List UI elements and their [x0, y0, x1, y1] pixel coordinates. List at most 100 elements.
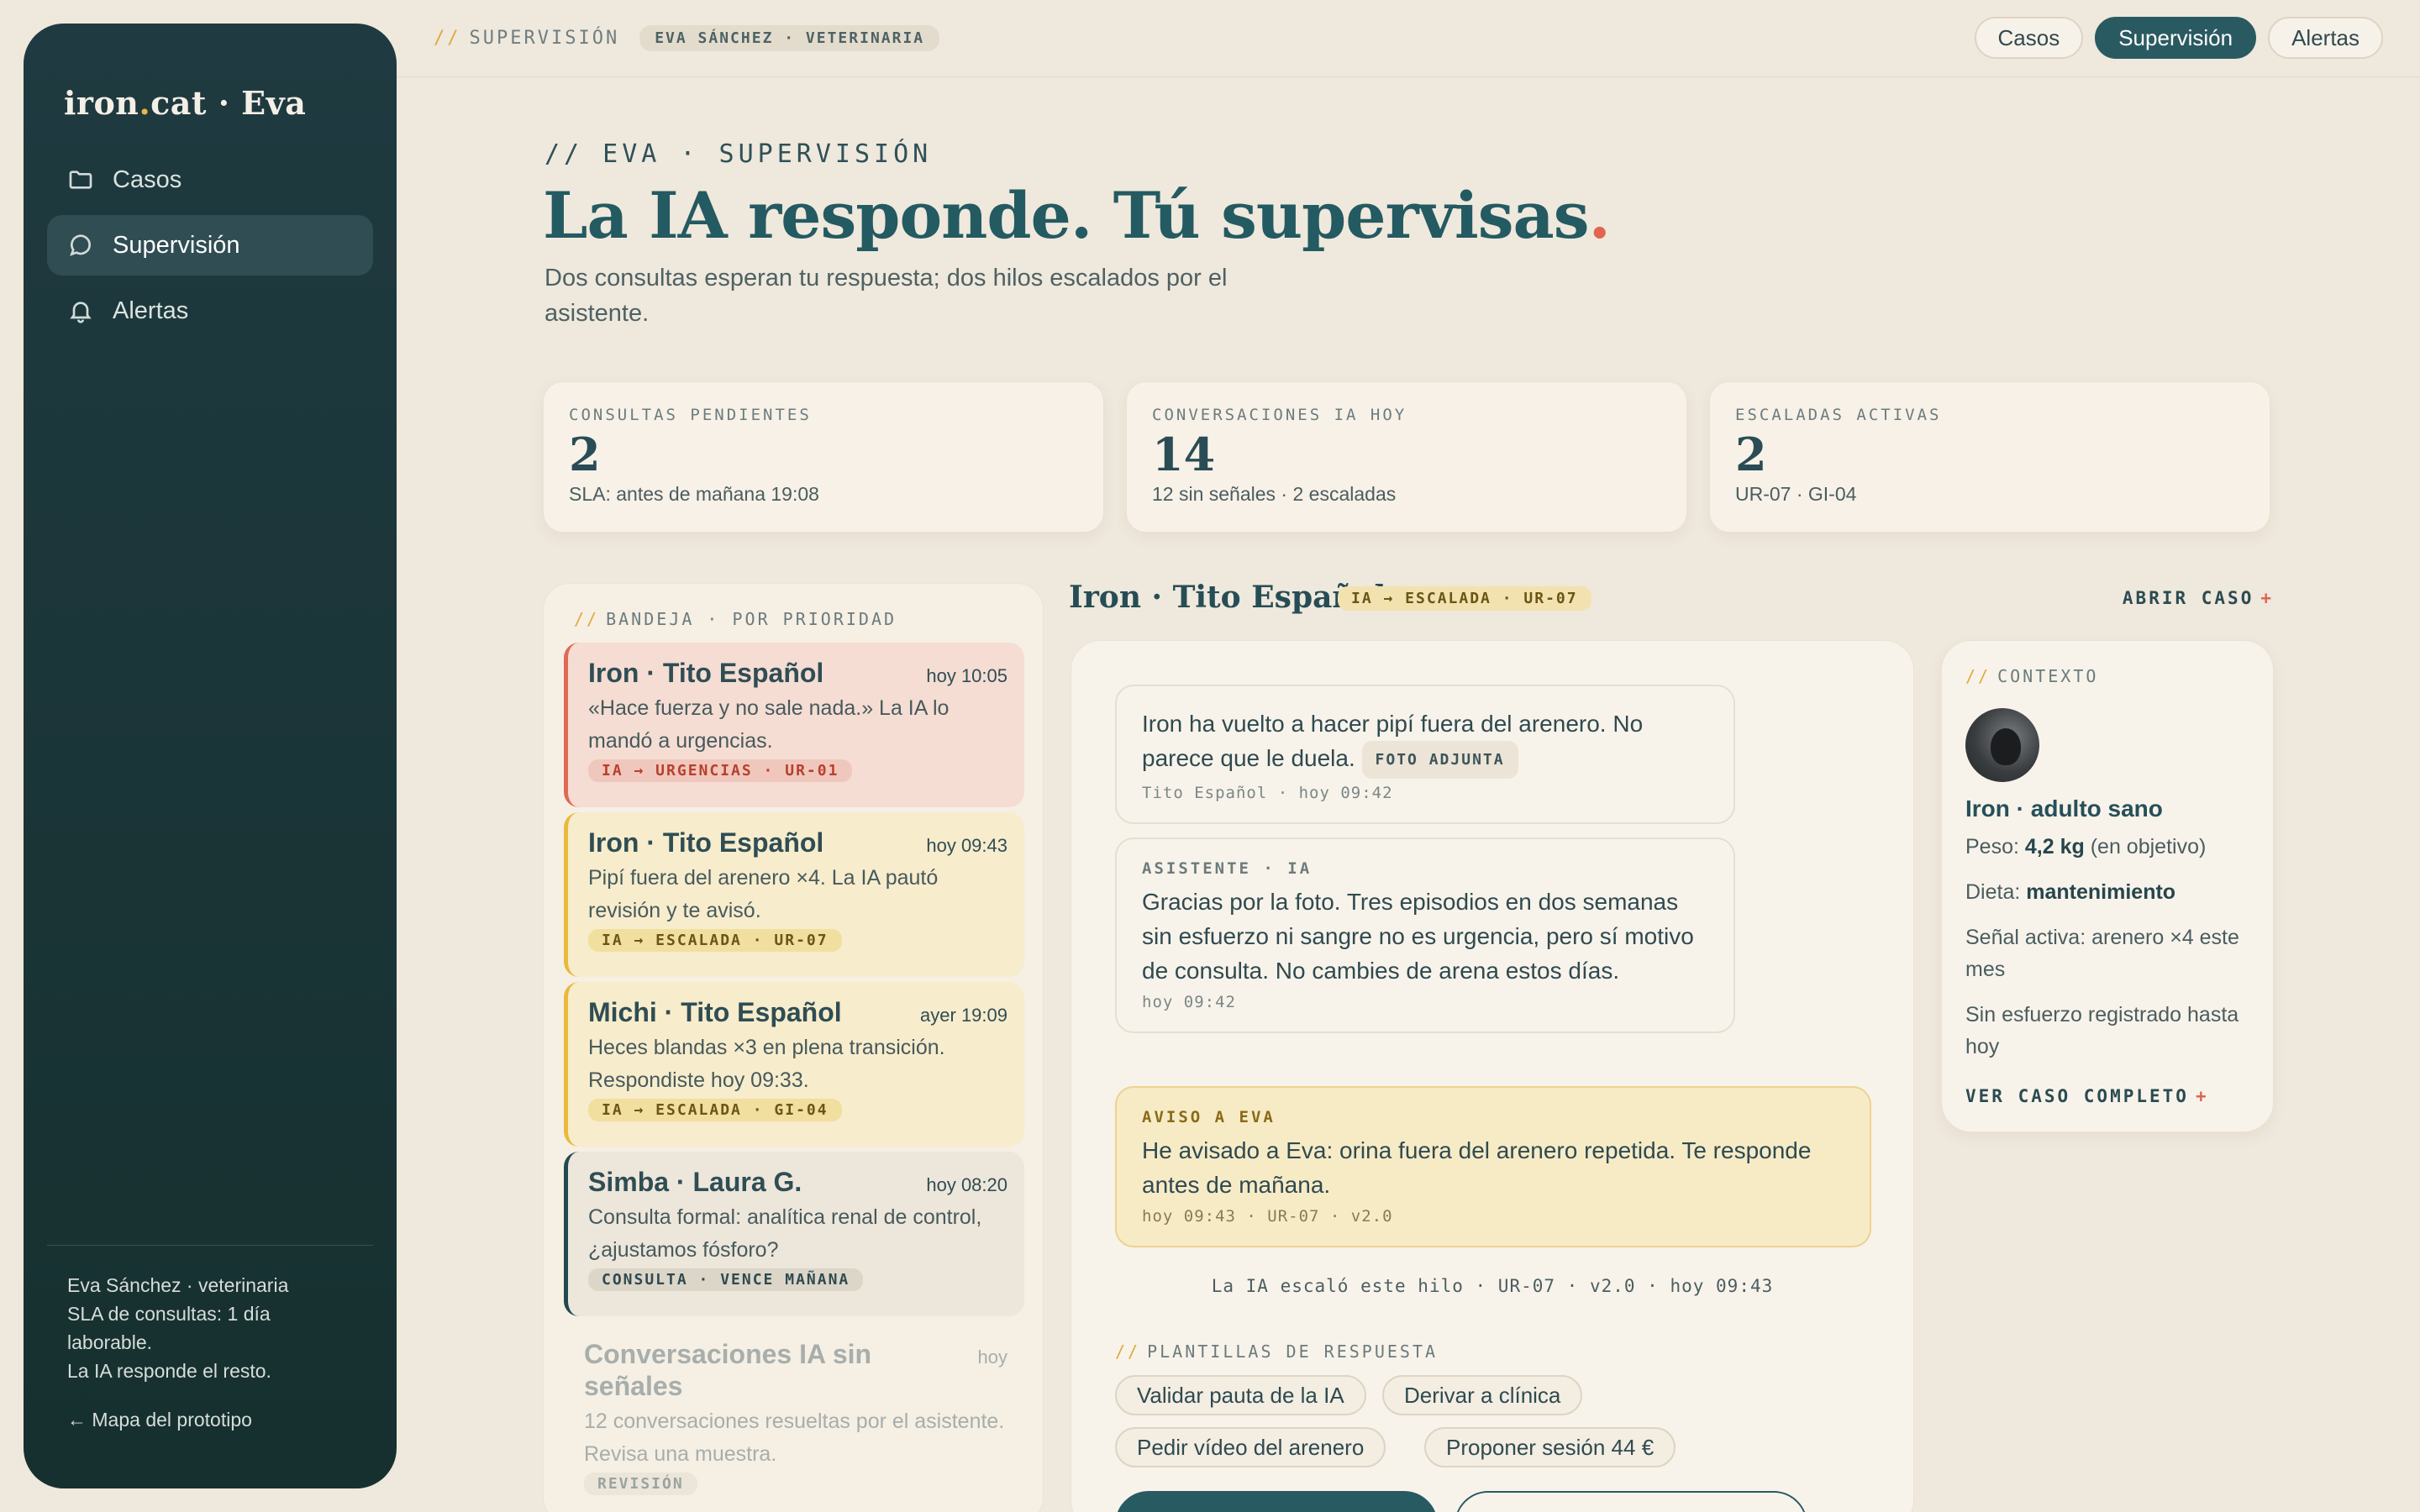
sidebar-item-label: Casos: [113, 165, 182, 193]
assistant-message: ASISTENTE · IA Gracias por la foto. Tres…: [1115, 837, 1735, 1033]
photo-attachment[interactable]: FOTO ADJUNTA: [1361, 741, 1518, 780]
context-panel: // CONTEXTO Iron · adulto sano Peso: 4,2 …: [1941, 640, 2274, 1132]
inbox-item[interactable]: Iron · Tito Español hoy 09:43 Pipí fuera …: [564, 812, 1024, 977]
inbox-item-name: Iron · Tito Español: [588, 658, 824, 688]
brand-dot: .: [139, 84, 151, 122]
tab-alertas[interactable]: Alertas: [2268, 17, 2383, 59]
brand-part-a: iron: [64, 84, 139, 122]
sidebar-item-supervision[interactable]: Supervisión: [47, 215, 373, 276]
chat-icon: [70, 234, 92, 256]
breadcrumb-label: SUPERVISIÓN: [469, 28, 620, 49]
stat-value: 14: [1152, 428, 1216, 481]
inbox-item[interactable]: Simba · Laura G. hoy 08:20 Consulta forma…: [564, 1152, 1024, 1316]
bell-icon: [70, 302, 92, 323]
view-full-case-label: VER CASO COMPLETO: [1965, 1086, 2189, 1106]
sidebar-footer: Eva Sánchez · veterinaria SLA de consult…: [47, 1245, 373, 1431]
template-refer-clinic[interactable]: Derivar a clínica: [1382, 1375, 1583, 1415]
page-title: La IA responde. Tú supervisas.: [543, 178, 1611, 253]
thread-badge: IA → ESCALADA · UR-07: [1338, 586, 1591, 611]
stat-value: 2: [569, 428, 601, 481]
primary-action-button[interactable]: [1115, 1491, 1438, 1512]
template-propose-session[interactable]: Proponer sesión 44 €: [1424, 1427, 1676, 1467]
stat-label: ESCALADAS ACTIVAS: [1735, 406, 1942, 424]
user-badge: EVA SÁNCHEZ · VETERINARIA: [639, 25, 940, 51]
sidebar-nav: Casos Supervisión Alertas: [47, 150, 373, 346]
stat-card-ai-today: CONVERSACIONES IA HOY 14 12 sin señales …: [1126, 381, 1687, 533]
secondary-action-button[interactable]: [1455, 1491, 1807, 1512]
plus-icon: +: [2195, 1086, 2209, 1106]
signal-row: Señal activa: arenero ×4 este mes: [1965, 926, 2239, 981]
stat-note: 12 sin señales · 2 escaladas: [1152, 483, 1397, 505]
inbox-item-name: Simba · Laura G.: [588, 1167, 802, 1197]
sidebar-item-casos[interactable]: Casos: [47, 150, 373, 210]
inbox-item-time: hoy: [977, 1347, 1007, 1368]
inbox-item-time: hoy 09:43: [926, 835, 1007, 856]
brand-logo[interactable]: iron.cat · Eva: [64, 84, 306, 122]
user-line: Eva Sánchez · veterinaria: [67, 1274, 289, 1296]
inbox-item[interactable]: Michi · Tito Español ayer 19:09 Heces bla…: [564, 982, 1024, 1147]
inbox-panel: // BANDEJA · POR PRIORIDAD Iron · Tito Es…: [543, 583, 1044, 1512]
inbox-title-text: BANDEJA · POR PRIORIDAD: [606, 609, 897, 629]
inbox-item-tag: IA → ESCALADA · UR-07: [588, 929, 842, 952]
diet-label: Dieta:: [1965, 880, 2021, 904]
inbox-item-tag: CONSULTA · VENCE MAÑANA: [588, 1268, 864, 1291]
message-author: AVISO A EVA: [1142, 1108, 1276, 1126]
page-subtitle: Dos consultas esperan tu respuesta; dos …: [544, 265, 1228, 327]
weight-note: (en objetivo): [2090, 835, 2207, 858]
stat-value: 2: [1735, 428, 1767, 481]
sidebar-item-alertas[interactable]: Alertas: [47, 281, 373, 341]
message-body: Gracias por la foto. Tres episodios en d…: [1142, 889, 1694, 984]
inbox-item-time: hoy 10:05: [926, 665, 1007, 686]
topbar: //SUPERVISIÓN EVA SÁNCHEZ · VETERINARIA …: [397, 0, 2420, 77]
inbox-item-time: hoy 08:20: [926, 1174, 1007, 1195]
inbox-item-text: 12 conversaciones resueltas por el asist…: [584, 1410, 1005, 1466]
template-validate[interactable]: Validar pauta de la IA: [1115, 1375, 1366, 1415]
plus-icon: +: [2260, 588, 2274, 608]
folder-icon: [69, 171, 92, 189]
inbox-item-tag: IA → ESCALADA · GI-04: [588, 1099, 842, 1121]
inbox-title-prefix: //: [574, 609, 600, 629]
message-author: ASISTENTE · IA: [1142, 859, 1313, 878]
sla-line: SLA de consultas: 1 día: [67, 1303, 271, 1325]
inbox-item-text: Pipí fuera del arenero ×4. La IA pautó r…: [588, 866, 939, 922]
pet-name: Iron · adulto sano: [1965, 795, 2163, 822]
templates-title: // PLANTILLAS DE RESPUESTA: [1115, 1341, 1438, 1362]
tab-supervision[interactable]: Supervisión: [2095, 17, 2257, 59]
page-title-dot: .: [1588, 178, 1611, 253]
breadcrumb: // SUPERVISIÓN: [434, 28, 619, 49]
breadcrumb-prefix: //: [434, 28, 461, 49]
top-tabs: Casos Supervisión Alertas: [1974, 17, 2383, 59]
prototype-map-link[interactable]: ← Mapa del prototipo: [67, 1409, 353, 1431]
view-full-case-link[interactable]: VER CASO COMPLETO +: [1965, 1086, 2249, 1106]
context-title-prefix: //: [1965, 666, 1991, 686]
open-case-label: ABRIR CASO: [2122, 588, 2254, 608]
inbox-item[interactable]: Iron · Tito Español hoy 10:05 «Hace fuerz…: [564, 643, 1024, 807]
sidebar-item-label: Alertas: [113, 297, 189, 324]
open-case-link[interactable]: ABRIR CASO +: [2123, 588, 2274, 608]
ai-line: La IA responde el resto.: [67, 1360, 271, 1382]
inbox-title: // BANDEJA · POR PRIORIDAD: [574, 609, 897, 629]
context-title: // CONTEXTO: [1965, 666, 2249, 686]
inbox-item-name: Iron · Tito Español: [588, 827, 824, 858]
inbox-item[interactable]: Conversaciones IA sin señales hoy 12 conv…: [564, 1323, 1024, 1512]
cat-avatar: [1965, 708, 2039, 782]
weight-label: Peso:: [1965, 835, 2019, 858]
diet-value: mantenimiento: [2026, 880, 2176, 904]
weight-value: 4,2 kg: [2024, 835, 2085, 858]
sidebar: iron.cat · Eva Casos Supervisión Alertas…: [24, 24, 397, 1488]
tab-casos[interactable]: Casos: [1974, 17, 2084, 59]
template-request-video[interactable]: Pedir vídeo del arenero: [1115, 1427, 1386, 1467]
alert-message: AVISO A EVA He avisado a Eva: orina fuer…: [1115, 1086, 1871, 1247]
stat-note: SLA: antes de mañana 19:08: [569, 483, 819, 505]
inbox-item-text: «Hace fuerza y no sale nada.» La IA lo m…: [588, 696, 950, 753]
inbox-item-text: Consulta formal: analítica renal de cont…: [588, 1205, 982, 1262]
stat-note: UR-07 · GI-04: [1735, 483, 1857, 505]
sidebar-item-label: Supervisión: [113, 231, 240, 259]
client-message: Iron ha vuelto a hacer pipí fuera del ar…: [1115, 685, 1735, 825]
stat-card-pending: CONSULTAS PENDIENTES 2 SLA: antes de mañ…: [543, 381, 1104, 533]
sla-line-cont: laborable.: [67, 1331, 153, 1353]
diet-row: Dieta: mantenimiento: [1965, 876, 2249, 908]
weight-row: Peso: 4,2 kg (en objetivo): [1965, 831, 2249, 863]
inbox-item-name: Conversaciones IA sin señales: [584, 1339, 872, 1401]
inbox-item-name: Michi · Tito Español: [588, 997, 842, 1027]
